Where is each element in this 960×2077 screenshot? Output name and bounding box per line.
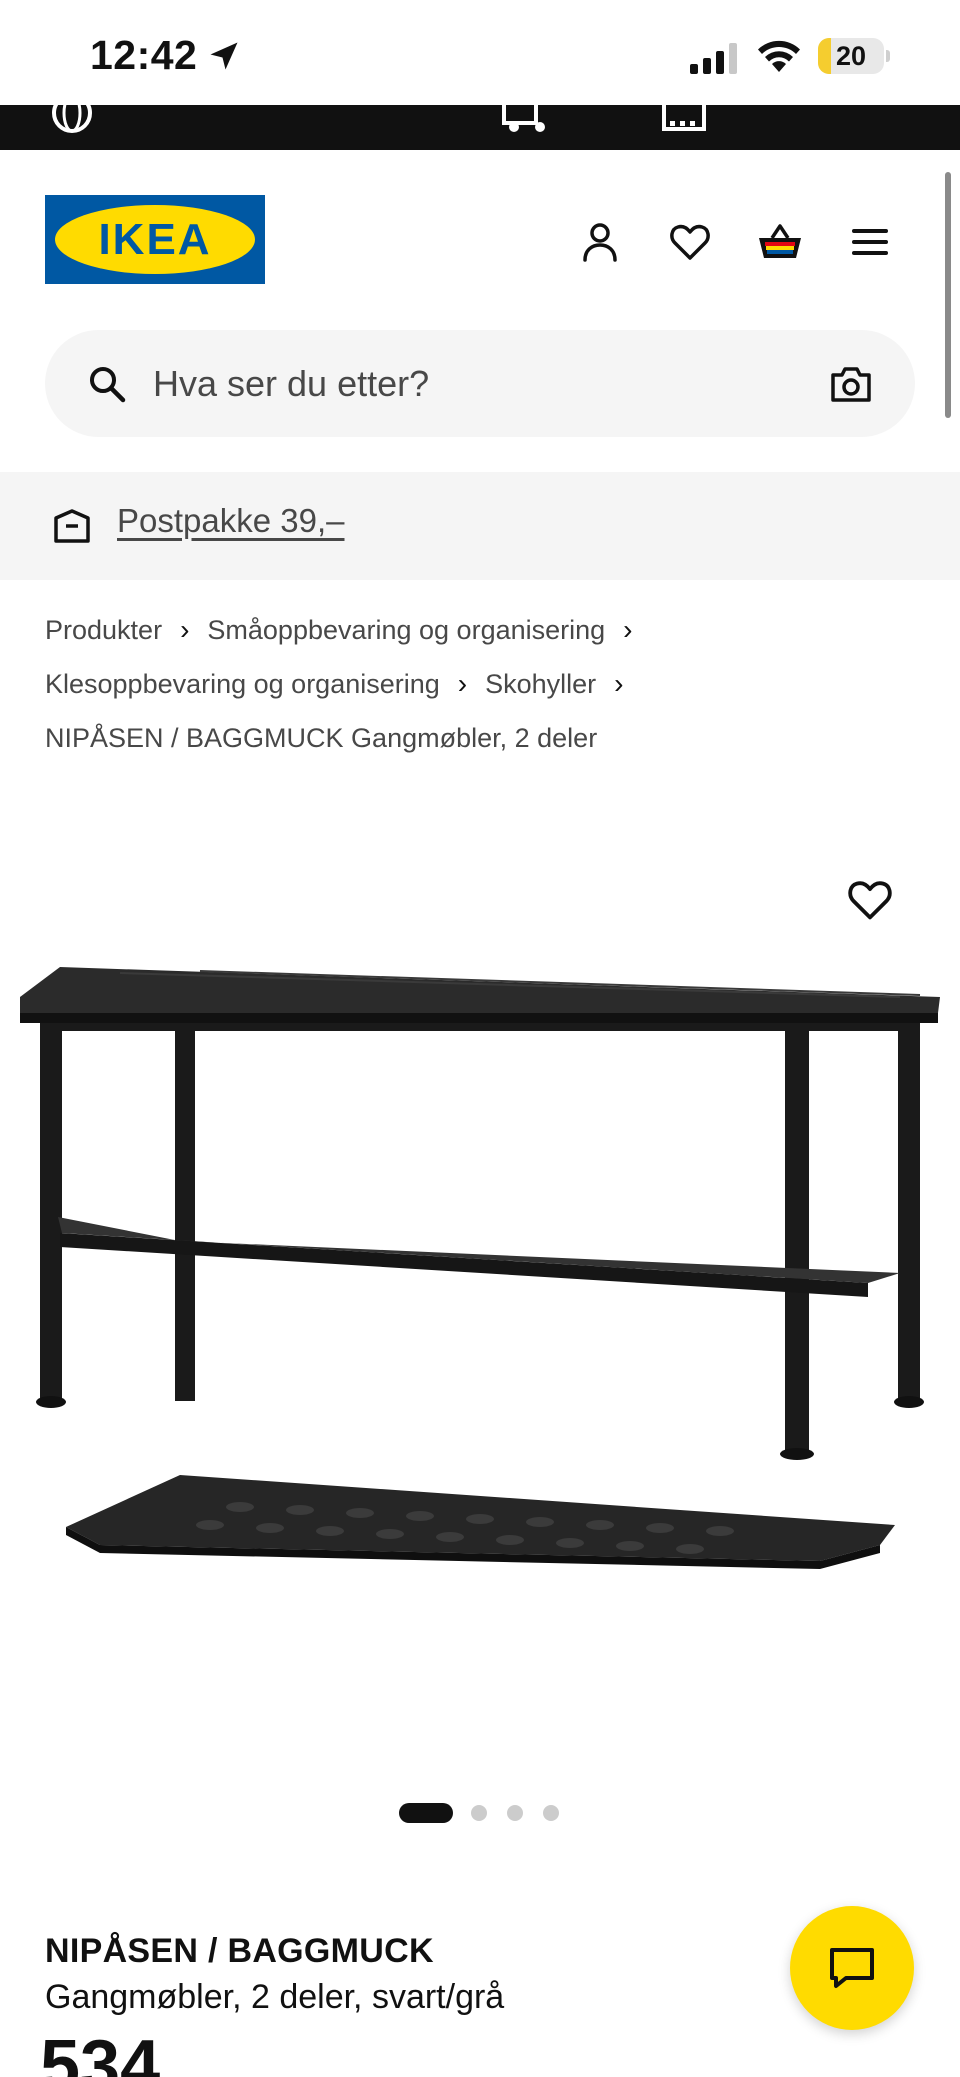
- gallery-dot[interactable]: [399, 1803, 453, 1823]
- wifi-icon: [758, 40, 800, 72]
- breadcrumb-item-clothes-storage[interactable]: Klesoppbevaring og organisering: [45, 669, 440, 699]
- menu-icon[interactable]: [848, 220, 892, 264]
- store-icon: [662, 105, 706, 131]
- status-time: 12:42: [90, 32, 198, 78]
- product-name: NIPÅSEN / BAGGMUCK: [45, 1932, 434, 1970]
- cellular-signal-icon: [690, 43, 737, 74]
- product-image[interactable]: [0, 845, 960, 1645]
- chevron-right-icon: ›: [623, 614, 633, 645]
- search-icon: [90, 367, 126, 403]
- breadcrumb: Produkter › Småoppbevaring og organisering…: [45, 603, 925, 765]
- gallery-dot[interactable]: [543, 1805, 559, 1821]
- chevron-right-icon: ›: [457, 668, 468, 699]
- parcel-icon: [54, 509, 90, 543]
- cart-icon[interactable]: [756, 220, 804, 264]
- delivery-option-link[interactable]: Postpakke 39,–: [117, 502, 345, 540]
- gallery-dot[interactable]: [507, 1805, 523, 1821]
- status-bar: 12:42 20: [0, 0, 960, 105]
- logo-text: IKEA: [98, 215, 212, 264]
- camera-search-icon[interactable]: [829, 362, 873, 406]
- chevron-right-icon: ›: [614, 668, 624, 699]
- location-arrow-icon: [210, 42, 238, 70]
- battery-indicator: 20: [818, 38, 890, 74]
- product-description: Gangmøbler, 2 deler, svart/grå: [45, 1978, 505, 2016]
- globe-icon: [52, 105, 92, 133]
- ikea-logo[interactable]: IKEA: [45, 195, 265, 284]
- gallery-dot[interactable]: [471, 1805, 487, 1821]
- wishlist-icon[interactable]: [668, 220, 712, 264]
- breadcrumb-item-shoe-racks[interactable]: Skohyller: [485, 669, 596, 699]
- delivery-truck-icon: [502, 105, 545, 132]
- breadcrumb-item-small-storage[interactable]: Småoppbevaring og organisering: [207, 615, 605, 645]
- chevron-right-icon: ›: [180, 614, 190, 645]
- chat-bubble-icon: [830, 1948, 874, 1988]
- account-icon[interactable]: [578, 220, 622, 264]
- search-bar[interactable]: [45, 330, 915, 437]
- breadcrumb-item-products[interactable]: Produkter: [45, 615, 162, 645]
- product-price: 534: [40, 2026, 161, 2077]
- delivery-banner: Postpakke 39,–: [0, 472, 960, 580]
- site-header: IKEA: [0, 150, 960, 320]
- promo-strip: [0, 105, 960, 150]
- add-to-wishlist-icon[interactable]: [846, 876, 894, 924]
- search-input[interactable]: [153, 356, 793, 412]
- scrollbar[interactable]: [945, 172, 951, 418]
- battery-level: 20: [835, 41, 867, 71]
- chat-button[interactable]: [790, 1906, 914, 2030]
- breadcrumb-item-current: NIPÅSEN / BAGGMUCK Gangmøbler, 2 deler: [45, 723, 598, 753]
